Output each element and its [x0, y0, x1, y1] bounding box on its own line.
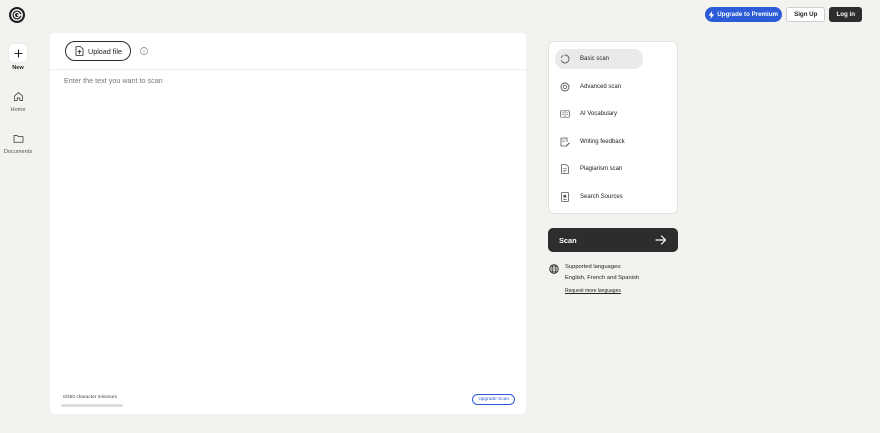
sidebar-item-label: Documents — [3, 149, 33, 155]
top-actions: Upgrade to Premium Sign Up Log in — [705, 7, 862, 22]
sidebar-item-documents[interactable]: Documents — [0, 129, 36, 155]
scan-option-label: Search Sources — [580, 193, 623, 200]
sidebar-item-new[interactable]: New — [0, 44, 36, 71]
languages-list: English, French and Spanish — [565, 275, 640, 281]
sidebar-item-home[interactable]: Home — [0, 87, 36, 113]
scan-options-panel: Basic scan Advanced scan AI Vocabulary W… — [548, 41, 678, 214]
scan-button[interactable]: Scan — [548, 228, 678, 252]
sidebar-item-label: New — [12, 65, 24, 71]
search-sources-icon — [560, 191, 570, 202]
scan-option-label: Writing feedback — [580, 138, 625, 145]
folder-icon — [9, 129, 27, 147]
arrow-right-icon — [655, 235, 667, 245]
scan-option-label: Plagiarism scan — [580, 166, 623, 172]
scan-option-label: Basic scan — [580, 56, 610, 62]
languages-title: Supported languages: — [565, 264, 622, 270]
plus-icon — [9, 44, 27, 62]
scan-option-basic[interactable]: Basic scan — [555, 49, 643, 69]
character-count: 0/250 character minimum — [63, 395, 118, 400]
upgrade-premium-button[interactable]: Upgrade to Premium — [705, 7, 783, 22]
upgrade-scan-button[interactable]: Upgrade Scan — [472, 394, 515, 405]
scan-option-search-sources[interactable]: Search Sources — [555, 187, 643, 207]
scan-text-input[interactable] — [64, 76, 504, 376]
globe-icon — [549, 264, 559, 274]
character-progress-bar — [61, 404, 123, 407]
editor-card: Upload file 0/250 character minimum Upgr… — [50, 33, 526, 414]
scan-option-writing-feedback[interactable]: Writing feedback — [555, 132, 643, 152]
logo-icon[interactable] — [9, 7, 25, 23]
upgrade-premium-label: Upgrade to Premium — [717, 11, 779, 18]
info-icon[interactable] — [140, 47, 148, 55]
upload-file-button[interactable]: Upload file — [65, 41, 131, 61]
scan-option-advanced[interactable]: Advanced scan — [555, 77, 643, 97]
upload-file-label: Upload file — [88, 46, 122, 56]
file-upload-icon — [75, 46, 84, 56]
basic-scan-icon — [560, 54, 570, 64]
scan-option-ai-vocabulary[interactable]: AI Vocabulary — [555, 104, 643, 124]
home-icon — [9, 87, 27, 105]
writing-feedback-icon — [560, 137, 570, 147]
scan-option-label: AI Vocabulary — [580, 111, 618, 117]
sidebar-item-label: Home — [10, 107, 26, 113]
scan-option-label: Advanced scan — [580, 83, 622, 90]
editor-toolbar: Upload file — [50, 33, 526, 70]
advanced-scan-icon — [560, 82, 570, 92]
sidebar: New Home Documents — [0, 44, 36, 171]
plagiarism-icon — [560, 164, 570, 174]
log-in-button[interactable]: Log in — [829, 7, 862, 22]
vocabulary-icon — [560, 109, 570, 119]
sign-up-button[interactable]: Sign Up — [786, 7, 826, 22]
lightning-icon — [708, 10, 715, 19]
scan-option-plagiarism[interactable]: Plagiarism scan — [555, 159, 643, 179]
request-languages-link[interactable]: Request more languages — [565, 288, 621, 294]
scan-button-label: Scan — [559, 235, 577, 245]
